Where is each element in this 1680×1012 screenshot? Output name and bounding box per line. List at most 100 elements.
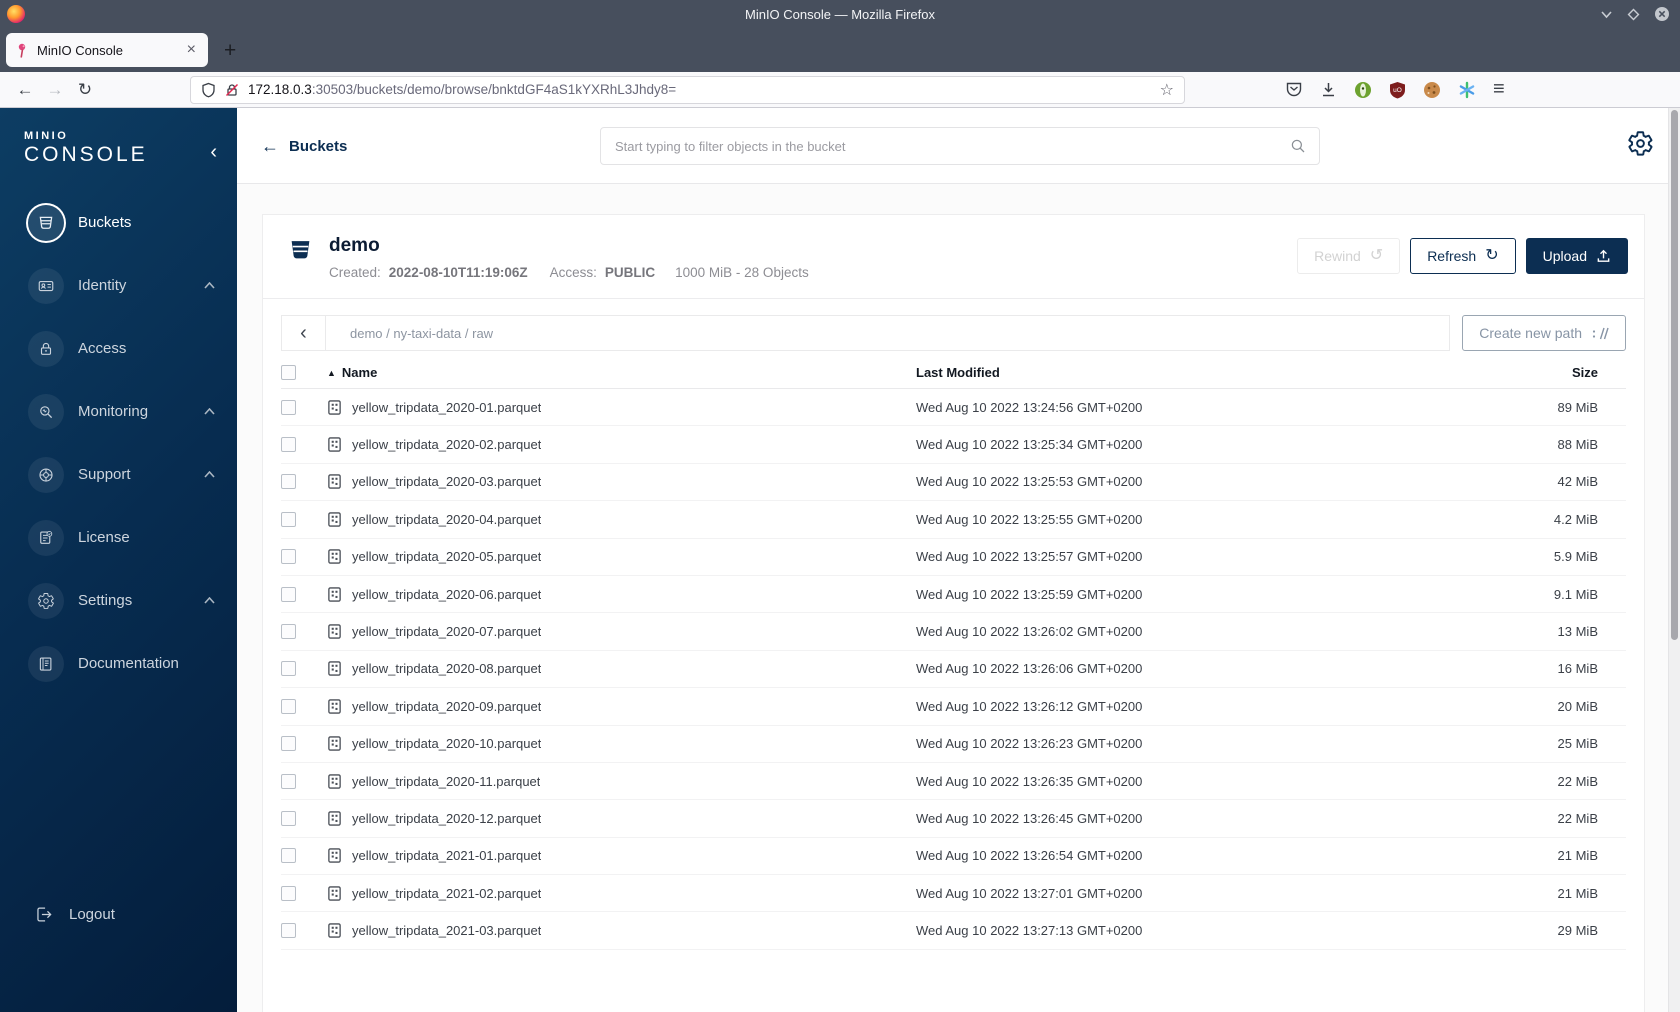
- object-row[interactable]: yellow_tripdata_2020-07.parquet Wed Aug …: [281, 613, 1626, 651]
- refresh-button[interactable]: Refresh ↻: [1410, 238, 1516, 274]
- rewind-button[interactable]: Rewind ↺: [1297, 238, 1401, 274]
- object-last-modified: Wed Aug 10 2022 13:24:56 GMT+0200: [916, 399, 1143, 415]
- object-filter-input[interactable]: [615, 138, 1289, 154]
- row-checkbox[interactable]: [281, 437, 296, 453]
- object-row[interactable]: yellow_tripdata_2020-12.parquet Wed Aug …: [281, 800, 1626, 838]
- object-row[interactable]: yellow_tripdata_2020-01.parquet Wed Aug …: [281, 389, 1626, 427]
- chevron-up-icon[interactable]: [204, 471, 215, 478]
- upload-icon: [1597, 249, 1610, 262]
- downloads-icon[interactable]: [1320, 81, 1337, 98]
- upload-label: Upload: [1542, 248, 1587, 264]
- row-checkbox[interactable]: [281, 511, 296, 527]
- object-row[interactable]: yellow_tripdata_2020-08.parquet Wed Aug …: [281, 651, 1626, 689]
- created-label: Created:: [329, 265, 381, 280]
- row-checkbox[interactable]: [281, 810, 296, 826]
- row-checkbox[interactable]: [281, 624, 296, 640]
- object-name: yellow_tripdata_2021-03.parquet: [352, 923, 542, 939]
- row-checkbox[interactable]: [281, 549, 296, 565]
- parquet-file-icon: [328, 811, 341, 826]
- browser-menu-icon[interactable]: ≡: [1493, 78, 1505, 101]
- upload-button[interactable]: Upload: [1525, 238, 1628, 274]
- object-size: 13 MiB: [1557, 624, 1598, 640]
- object-last-modified: Wed Aug 10 2022 13:25:59 GMT+0200: [916, 586, 1143, 602]
- bucket-name: demo: [329, 235, 380, 256]
- browser-back-icon[interactable]: ←: [10, 80, 40, 100]
- objects-table: ▲ Name Last Modified Size yellow_tripdat…: [281, 357, 1626, 950]
- object-last-modified: Wed Aug 10 2022 13:26:54 GMT+0200: [916, 848, 1143, 864]
- pocket-icon[interactable]: [1285, 81, 1303, 98]
- logo-console: CONSOLE: [24, 143, 148, 166]
- sidebar-item-label: Settings: [78, 592, 133, 609]
- svg-text:uO: uO: [1393, 87, 1402, 94]
- window-maximize-icon[interactable]: [1627, 8, 1640, 21]
- chevron-up-icon[interactable]: [204, 408, 215, 415]
- object-row[interactable]: yellow_tripdata_2020-10.parquet Wed Aug …: [281, 726, 1626, 763]
- column-header-size[interactable]: Size: [1476, 365, 1626, 380]
- object-row[interactable]: yellow_tripdata_2021-03.parquet Wed Aug …: [281, 912, 1626, 950]
- sidebar-item-access[interactable]: Access: [0, 317, 237, 380]
- row-checkbox[interactable]: [281, 923, 296, 939]
- object-name: yellow_tripdata_2020-06.parquet: [352, 586, 542, 602]
- breadcrumb[interactable]: demo / ny-taxi-data / raw: [350, 326, 493, 341]
- object-size: 4.2 MiB: [1553, 511, 1598, 527]
- sidebar-item-license[interactable]: License: [0, 506, 237, 569]
- chevron-up-icon[interactable]: [204, 282, 215, 289]
- privacy-badger-icon[interactable]: [1354, 81, 1372, 99]
- insecure-lock-icon[interactable]: [224, 82, 240, 98]
- parquet-file-icon: [328, 923, 341, 938]
- sidebar-item-logout[interactable]: Logout: [0, 894, 237, 934]
- object-row[interactable]: yellow_tripdata_2020-04.parquet Wed Aug …: [281, 501, 1626, 539]
- row-checkbox[interactable]: [281, 698, 296, 714]
- sidebar-item-label: Access: [78, 340, 127, 357]
- object-row[interactable]: yellow_tripdata_2020-09.parquet Wed Aug …: [281, 688, 1626, 726]
- sidebar-item-settings[interactable]: Settings: [0, 569, 237, 632]
- scrollbar-thumb[interactable]: [1671, 110, 1678, 640]
- row-checkbox[interactable]: [281, 661, 296, 677]
- select-all-checkbox[interactable]: [281, 365, 296, 380]
- bookmark-star-icon[interactable]: ☆: [1160, 80, 1174, 100]
- tracking-shield-icon[interactable]: [201, 82, 216, 98]
- sidebar-item-monitoring[interactable]: Monitoring: [0, 380, 237, 443]
- object-row[interactable]: yellow_tripdata_2020-02.parquet Wed Aug …: [281, 426, 1626, 464]
- object-row[interactable]: yellow_tripdata_2021-01.parquet Wed Aug …: [281, 838, 1626, 876]
- tab-close-icon[interactable]: ×: [183, 40, 200, 60]
- new-tab-button[interactable]: +: [224, 40, 236, 61]
- row-checkbox[interactable]: [281, 736, 296, 752]
- sidebar-item-identity[interactable]: Identity: [0, 254, 237, 317]
- sidebar-item-buckets[interactable]: Buckets: [0, 191, 237, 254]
- browser-forward-icon[interactable]: →: [40, 80, 70, 100]
- path-back-icon[interactable]: ‹: [282, 316, 326, 350]
- search-icon: [1291, 139, 1305, 153]
- parquet-file-icon: [328, 399, 341, 415]
- sidebar-item-support[interactable]: Support: [0, 443, 237, 506]
- row-checkbox[interactable]: [281, 586, 296, 602]
- row-checkbox[interactable]: [281, 773, 296, 789]
- bucket-settings-gear-icon[interactable]: [1627, 130, 1654, 157]
- column-header-name[interactable]: ▲ Name: [327, 365, 916, 380]
- back-to-buckets-link[interactable]: ← Buckets: [261, 136, 347, 157]
- object-row[interactable]: yellow_tripdata_2020-11.parquet Wed Aug …: [281, 763, 1626, 801]
- object-row[interactable]: yellow_tripdata_2020-06.parquet Wed Aug …: [281, 576, 1626, 614]
- row-checkbox[interactable]: [281, 885, 296, 901]
- browser-reload-icon[interactable]: ↻: [70, 80, 100, 100]
- sidebar-item-documentation[interactable]: Documentation: [0, 632, 237, 695]
- url-bar[interactable]: 172.18.0.3:30503/buckets/demo/browse/bnk…: [190, 75, 1185, 104]
- extension-asterisk-icon[interactable]: [1458, 81, 1476, 99]
- object-row[interactable]: yellow_tripdata_2021-02.parquet Wed Aug …: [281, 875, 1626, 913]
- column-header-last-modified[interactable]: Last Modified: [916, 365, 1476, 380]
- create-new-path-button[interactable]: Create new path: [1462, 315, 1626, 351]
- sidebar-collapse-icon[interactable]: ‹: [210, 142, 217, 162]
- window-close-icon[interactable]: [1654, 6, 1670, 22]
- ublock-origin-icon[interactable]: uO: [1389, 81, 1406, 99]
- row-checkbox[interactable]: [281, 399, 296, 415]
- chevron-up-icon[interactable]: [204, 597, 215, 604]
- row-checkbox[interactable]: [281, 474, 296, 490]
- parquet-file-icon: [328, 512, 341, 527]
- row-checkbox[interactable]: [281, 848, 296, 864]
- object-row[interactable]: yellow_tripdata_2020-03.parquet Wed Aug …: [281, 464, 1626, 502]
- browse-bar: ‹ demo / ny-taxi-data / raw Create new p…: [281, 315, 1626, 351]
- window-minimize-icon[interactable]: [1600, 8, 1613, 21]
- cookie-extension-icon[interactable]: [1423, 81, 1441, 99]
- browser-tab-minio-console[interactable]: MinIO Console ×: [6, 33, 208, 67]
- object-row[interactable]: yellow_tripdata_2020-05.parquet Wed Aug …: [281, 539, 1626, 576]
